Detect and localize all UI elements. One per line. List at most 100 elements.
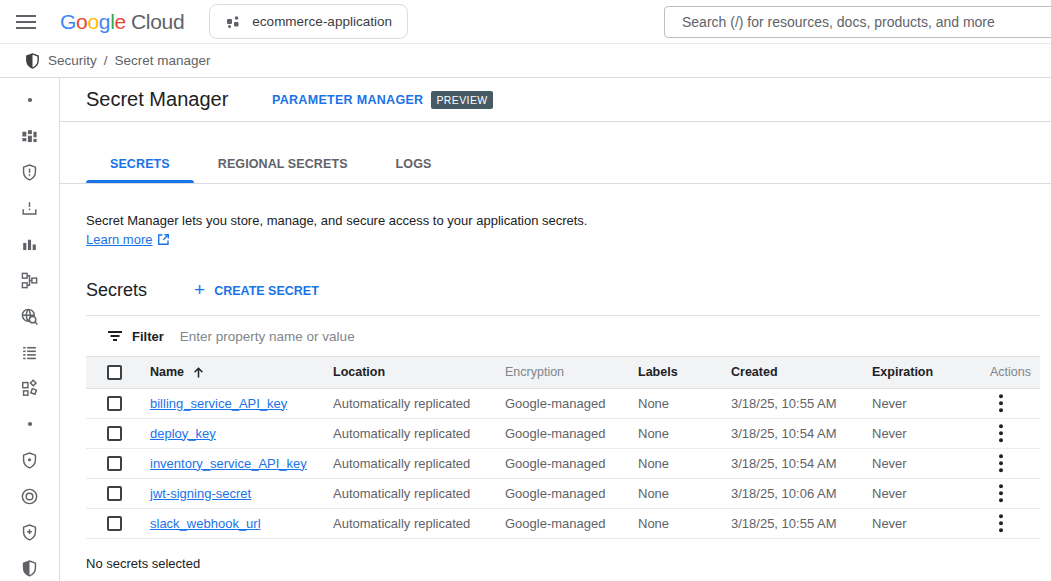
secret-location: Automatically replicated — [333, 448, 505, 478]
search-bar[interactable] — [664, 6, 1051, 38]
top-bar: Google Cloud ecommerce-application — [0, 0, 1051, 44]
secret-row: billing_service_API_key Automatically re… — [86, 388, 1040, 418]
secret-row: deploy_key Automatically replicated Goog… — [86, 418, 1040, 448]
filter-label: Filter — [132, 329, 164, 344]
column-header-encryption: Encryption — [505, 357, 638, 388]
secret-labels: None — [638, 508, 731, 538]
select-all-checkbox[interactable] — [107, 365, 122, 380]
project-selector[interactable]: ecommerce-application — [209, 4, 408, 39]
secret-location: Automatically replicated — [333, 388, 505, 418]
nav-web-scan-icon[interactable] — [0, 298, 59, 334]
learn-more-link[interactable]: Learn more — [86, 232, 170, 247]
secret-labels: None — [638, 418, 731, 448]
breadcrumb-section[interactable]: Security — [48, 53, 97, 68]
nav-inbox-alert-icon[interactable] — [0, 190, 59, 226]
row-checkbox[interactable] — [107, 456, 122, 471]
search-input[interactable] — [682, 14, 1051, 30]
secret-name-link[interactable]: jwt-signing-secret — [150, 486, 251, 501]
tab-regional-secrets[interactable]: REGIONAL SECRETS — [194, 145, 372, 183]
page-title: Secret Manager — [86, 88, 228, 111]
nav-shield-plus-icon[interactable] — [0, 514, 59, 550]
menu-icon[interactable] — [16, 14, 36, 30]
tab-secrets[interactable]: SECRETS — [86, 145, 194, 183]
secret-expiration: Never — [872, 388, 984, 418]
nav-dot-icon — [0, 406, 59, 442]
parameter-manager-link[interactable]: PARAMETER MANAGER — [272, 93, 423, 107]
project-icon — [225, 14, 241, 30]
secret-expiration: Never — [872, 418, 984, 448]
secret-expiration: Never — [872, 448, 984, 478]
secret-name-link[interactable]: deploy_key — [150, 426, 216, 441]
row-actions-kebab-icon[interactable] — [984, 453, 1040, 474]
row-actions-kebab-icon[interactable] — [984, 393, 1040, 414]
row-checkbox[interactable] — [107, 516, 122, 531]
breadcrumb: Security / Secret manager — [0, 44, 1051, 78]
secret-name-link[interactable]: billing_service_API_key — [150, 396, 287, 411]
secret-location: Automatically replicated — [333, 418, 505, 448]
nav-compliance-circles-icon[interactable] — [0, 478, 59, 514]
secrets-table: Name Location Encryption Labels Created … — [86, 357, 1040, 539]
secret-row: jwt-signing-secret Automatically replica… — [86, 478, 1040, 508]
plus-icon: + — [194, 280, 205, 299]
nav-shield-dot-icon[interactable] — [0, 442, 59, 478]
secret-encryption: Google-managed — [505, 478, 638, 508]
secret-created: 3/18/25, 10:06 AM — [731, 478, 872, 508]
column-header-location[interactable]: Location — [333, 357, 505, 388]
nav-bar-chart-icon[interactable] — [0, 226, 59, 262]
nav-shield-alert-icon[interactable] — [0, 154, 59, 190]
column-header-created[interactable]: Created — [731, 357, 872, 388]
filter-input[interactable] — [180, 329, 680, 344]
secret-row: slack_webhook_url Automatically replicat… — [86, 508, 1040, 538]
left-nav-rail — [0, 78, 60, 581]
secret-labels: None — [638, 478, 731, 508]
secret-encryption: Google-managed — [505, 448, 638, 478]
nav-network-topology-icon[interactable] — [0, 262, 59, 298]
secret-name-link[interactable]: inventory_service_API_key — [150, 456, 307, 471]
security-shield-icon — [24, 52, 41, 70]
row-actions-kebab-icon[interactable] — [984, 513, 1040, 534]
secret-created: 3/18/25, 10:54 AM — [731, 448, 872, 478]
tab-logs[interactable]: LOGS — [372, 145, 456, 183]
secrets-section-title: Secrets — [86, 280, 147, 301]
secret-labels: None — [638, 448, 731, 478]
project-name: ecommerce-application — [252, 14, 392, 29]
secret-row: inventory_service_API_key Automatically … — [86, 448, 1040, 478]
create-secret-button[interactable]: + CREATE SECRET — [194, 282, 319, 299]
external-link-icon — [157, 233, 170, 246]
column-header-name[interactable]: Name — [150, 357, 333, 388]
nav-assets-squares-icon[interactable] — [0, 370, 59, 406]
column-header-labels[interactable]: Labels — [638, 357, 731, 388]
nav-list-icon[interactable] — [0, 334, 59, 370]
main-content: Secret Manager PARAMETER MANAGER PREVIEW… — [60, 78, 1051, 581]
secret-encryption: Google-managed — [505, 508, 638, 538]
google-cloud-logo[interactable]: Google Cloud — [60, 10, 184, 34]
nav-security-shield-icon[interactable] — [0, 550, 59, 581]
column-header-expiration[interactable]: Expiration — [872, 357, 984, 388]
filter-icon — [107, 329, 123, 343]
secret-expiration: Never — [872, 478, 984, 508]
breadcrumb-page: Secret manager — [115, 53, 211, 68]
secret-encryption: Google-managed — [505, 418, 638, 448]
nav-overview-grid-icon[interactable] — [0, 118, 59, 154]
tab-bar: SECRETSREGIONAL SECRETSLOGS — [60, 122, 1051, 184]
row-actions-kebab-icon[interactable] — [984, 423, 1040, 444]
secret-location: Automatically replicated — [333, 478, 505, 508]
page-description: Secret Manager lets you store, manage, a… — [86, 211, 1025, 231]
row-checkbox[interactable] — [107, 396, 122, 411]
secret-encryption: Google-managed — [505, 388, 638, 418]
sort-ascending-icon — [192, 366, 205, 379]
secret-expiration: Never — [872, 508, 984, 538]
secret-name-link[interactable]: slack_webhook_url — [150, 516, 261, 531]
logo-google-word: Google — [60, 10, 126, 34]
secret-created: 3/18/25, 10:55 AM — [731, 508, 872, 538]
filter-bar[interactable]: Filter — [86, 316, 1040, 357]
secret-labels: None — [638, 388, 731, 418]
row-actions-kebab-icon[interactable] — [984, 483, 1040, 504]
row-checkbox[interactable] — [107, 426, 122, 441]
preview-badge: PREVIEW — [431, 91, 492, 109]
row-checkbox[interactable] — [107, 486, 122, 501]
logo-cloud-word: Cloud — [131, 10, 184, 34]
breadcrumb-separator: / — [104, 53, 108, 68]
secret-location: Automatically replicated — [333, 508, 505, 538]
secret-created: 3/18/25, 10:54 AM — [731, 418, 872, 448]
